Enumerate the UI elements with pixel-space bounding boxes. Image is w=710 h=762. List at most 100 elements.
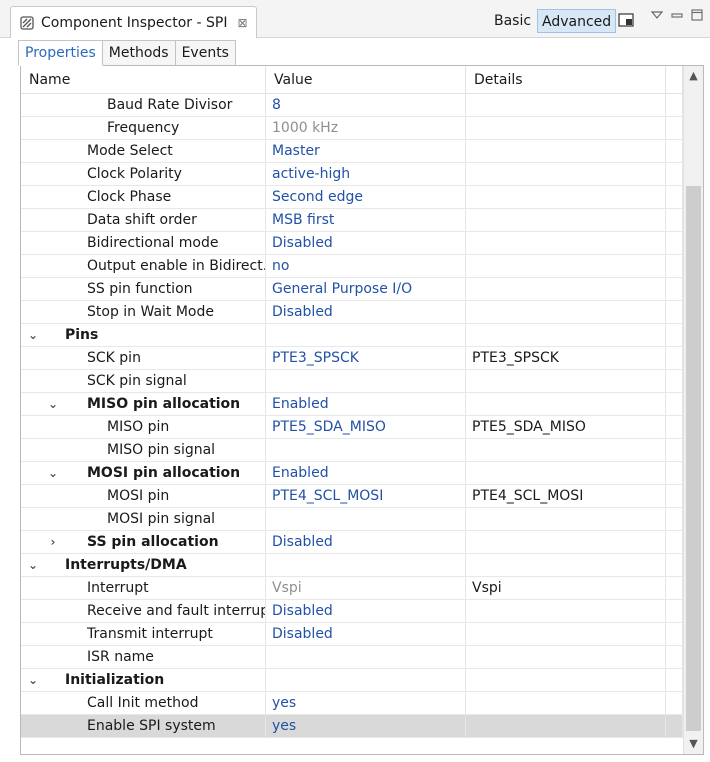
name-cell[interactable]: MISO pin: [21, 416, 266, 438]
table-row[interactable]: Stop in Wait Mode Disabled: [21, 301, 683, 324]
table-row[interactable]: Interrupt Vspi Vspi: [21, 577, 683, 600]
table-row[interactable]: Clock Phase Second edge: [21, 186, 683, 209]
table-row[interactable]: Call Init method yes: [21, 692, 683, 715]
table-row[interactable]: Enable SPI system yes: [21, 715, 683, 738]
value-cell[interactable]: Master: [266, 140, 466, 162]
value-cell[interactable]: PTE3_SPSCK: [266, 347, 466, 369]
name-cell[interactable]: Data shift order: [21, 209, 266, 231]
name-cell[interactable]: SS pin function: [21, 278, 266, 300]
basic-mode-button[interactable]: Basic: [488, 10, 537, 32]
name-cell[interactable]: Mode Select: [21, 140, 266, 162]
tab-events[interactable]: Events: [174, 40, 236, 66]
scroll-up-icon[interactable]: ▲: [684, 66, 703, 86]
value-cell[interactable]: [266, 554, 466, 576]
value-cell[interactable]: 8: [266, 94, 466, 116]
name-cell[interactable]: ⌄ Interrupts/DMA: [21, 554, 266, 576]
table-row[interactable]: Data shift order MSB first: [21, 209, 683, 232]
value-cell[interactable]: Disabled: [266, 301, 466, 323]
advanced-mode-button[interactable]: Advanced: [537, 9, 617, 33]
table-row[interactable]: ⌄ Interrupts/DMA: [21, 554, 683, 577]
name-cell[interactable]: Output enable in Bidirect.: [21, 255, 266, 277]
value-cell[interactable]: General Purpose I/O: [266, 278, 466, 300]
value-cell[interactable]: PTE5_SDA_MISO: [266, 416, 466, 438]
value-cell[interactable]: 1000 kHz: [266, 117, 466, 139]
table-row[interactable]: MISO pin PTE5_SDA_MISO PTE5_SDA_MISO: [21, 416, 683, 439]
table-row[interactable]: Clock Polarity active-high: [21, 163, 683, 186]
table-row[interactable]: Mode Select Master: [21, 140, 683, 163]
chevron-down-icon[interactable]: ⌄: [27, 554, 39, 576]
name-cell[interactable]: Bidirectional mode: [21, 232, 266, 254]
table-row[interactable]: MOSI pin signal: [21, 508, 683, 531]
table-row[interactable]: ⌄ Pins: [21, 324, 683, 347]
value-cell[interactable]: MSB first: [266, 209, 466, 231]
value-cell[interactable]: no: [266, 255, 466, 277]
name-cell[interactable]: SCK pin signal: [21, 370, 266, 392]
column-header-value[interactable]: Value: [266, 66, 466, 94]
value-cell[interactable]: [266, 646, 466, 668]
value-cell[interactable]: yes: [266, 715, 466, 737]
chevron-down-icon[interactable]: ⌄: [27, 669, 39, 691]
name-cell[interactable]: ISR name: [21, 646, 266, 668]
table-row[interactable]: › SS pin allocation Disabled: [21, 531, 683, 554]
table-row[interactable]: MOSI pin PTE4_SCL_MOSI PTE4_SCL_MOSI: [21, 485, 683, 508]
scrollbar-thumb[interactable]: [686, 186, 701, 731]
view-menu-icon[interactable]: [650, 8, 664, 22]
table-row[interactable]: MISO pin signal: [21, 439, 683, 462]
value-cell[interactable]: [266, 324, 466, 346]
name-cell[interactable]: Call Init method: [21, 692, 266, 714]
name-cell[interactable]: › SS pin allocation: [21, 531, 266, 553]
chevron-down-icon[interactable]: ⌄: [47, 462, 59, 484]
value-cell[interactable]: Enabled: [266, 462, 466, 484]
table-row[interactable]: Bidirectional mode Disabled: [21, 232, 683, 255]
table-row[interactable]: SS pin function General Purpose I/O: [21, 278, 683, 301]
value-cell[interactable]: Enabled: [266, 393, 466, 415]
view-tab-component-inspector[interactable]: Component Inspector - SPI ⊠: [10, 6, 257, 38]
scroll-down-icon[interactable]: ▼: [684, 734, 703, 754]
close-view-icon[interactable]: ⊠: [237, 16, 247, 30]
name-cell[interactable]: MOSI pin signal: [21, 508, 266, 530]
value-cell[interactable]: PTE4_SCL_MOSI: [266, 485, 466, 507]
value-cell[interactable]: yes: [266, 692, 466, 714]
table-row[interactable]: Frequency 1000 kHz: [21, 117, 683, 140]
name-cell[interactable]: Interrupt: [21, 577, 266, 599]
minimize-icon[interactable]: [670, 8, 684, 22]
view-layout-icon[interactable]: [618, 13, 634, 27]
name-cell[interactable]: Transmit interrupt: [21, 623, 266, 645]
table-row[interactable]: Baud Rate Divisor 8: [21, 94, 683, 117]
value-cell[interactable]: Disabled: [266, 600, 466, 622]
vertical-scrollbar[interactable]: ▲ ▼: [683, 66, 703, 754]
tab-properties[interactable]: Properties: [18, 40, 103, 66]
name-cell[interactable]: Enable SPI system: [21, 715, 266, 737]
maximize-icon[interactable]: [690, 8, 704, 22]
value-cell[interactable]: Vspi: [266, 577, 466, 599]
value-cell[interactable]: [266, 439, 466, 461]
table-row[interactable]: Output enable in Bidirect. no: [21, 255, 683, 278]
name-cell[interactable]: ⌄ MOSI pin allocation: [21, 462, 266, 484]
name-cell[interactable]: Clock Polarity: [21, 163, 266, 185]
value-cell[interactable]: [266, 508, 466, 530]
column-header-details[interactable]: Details: [466, 66, 666, 94]
value-cell[interactable]: Second edge: [266, 186, 466, 208]
name-cell[interactable]: Stop in Wait Mode: [21, 301, 266, 323]
table-row[interactable]: SCK pin signal: [21, 370, 683, 393]
value-cell[interactable]: active-high: [266, 163, 466, 185]
name-cell[interactable]: ⌄ Initialization: [21, 669, 266, 691]
name-cell[interactable]: ⌄ Pins: [21, 324, 266, 346]
table-row[interactable]: ⌄ MISO pin allocation Enabled: [21, 393, 683, 416]
name-cell[interactable]: SCK pin: [21, 347, 266, 369]
name-cell[interactable]: Baud Rate Divisor: [21, 94, 266, 116]
column-header-name[interactable]: Name: [21, 66, 266, 94]
table-row[interactable]: ⌄ MOSI pin allocation Enabled: [21, 462, 683, 485]
name-cell[interactable]: MOSI pin: [21, 485, 266, 507]
value-cell[interactable]: Disabled: [266, 531, 466, 553]
table-row[interactable]: ⌄ Initialization: [21, 669, 683, 692]
name-cell[interactable]: ⌄ MISO pin allocation: [21, 393, 266, 415]
name-cell[interactable]: Frequency: [21, 117, 266, 139]
chevron-down-icon[interactable]: ⌄: [47, 393, 59, 415]
tab-methods[interactable]: Methods: [101, 40, 176, 66]
table-row[interactable]: Receive and fault interrupt Disabled: [21, 600, 683, 623]
value-cell[interactable]: Disabled: [266, 232, 466, 254]
name-cell[interactable]: MISO pin signal: [21, 439, 266, 461]
name-cell[interactable]: Receive and fault interrupt: [21, 600, 266, 622]
chevron-down-icon[interactable]: ⌄: [27, 324, 39, 346]
